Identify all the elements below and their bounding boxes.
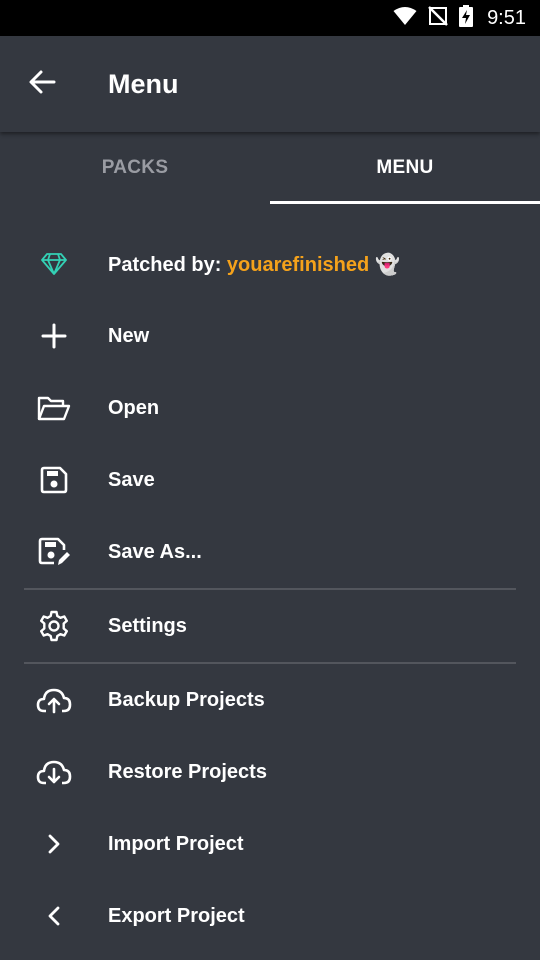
menu-item-label: Save (108, 468, 155, 491)
ghost-emoji: 👻 (375, 253, 401, 276)
gear-icon (0, 590, 108, 662)
save-icon (0, 444, 108, 516)
plus-icon (0, 300, 108, 372)
diamond-icon (0, 228, 108, 300)
chevron-left-icon (0, 880, 108, 952)
chevron-right-icon (0, 808, 108, 880)
battery-charging-icon (459, 4, 474, 32)
menu-item-save[interactable]: Save (0, 444, 540, 516)
menu-item-label: Open (108, 396, 160, 419)
tab-menu[interactable]: MENU (270, 132, 540, 204)
cloud-download-icon (0, 736, 108, 808)
status-icons: 9:51 (393, 4, 526, 32)
menu-item-label: New (108, 324, 150, 347)
app-bar: Menu (0, 36, 540, 132)
menu-item-restore-projects[interactable]: Restore Projects (0, 736, 540, 808)
menu-item-label: Restore Projects (108, 760, 267, 783)
menu-item-export-project[interactable]: Export Project (0, 880, 540, 952)
status-time: 9:51 (487, 6, 526, 29)
patched-by-prefix: Patched by: (108, 253, 227, 276)
arrow-left-icon (28, 68, 56, 101)
menu-item-save-as[interactable]: Save As... (0, 516, 540, 588)
menu-item-backup-projects[interactable]: Backup Projects (0, 664, 540, 736)
tab-bar: PACKS MENU (0, 132, 540, 204)
patched-by-user: youarefinished (226, 253, 370, 276)
menu-item-settings[interactable]: Settings (0, 590, 540, 662)
menu-item-label: Settings (108, 614, 187, 637)
save-as-icon (0, 516, 108, 588)
wifi-icon (393, 6, 417, 31)
menu-item-label: Save As... (108, 540, 202, 563)
menu-item-label: Backup Projects (108, 688, 265, 711)
menu-item-open[interactable]: Open (0, 372, 540, 444)
patched-by-item: Patched by: youarefinished 👻 (0, 228, 540, 300)
menu-item-label: Import Project (108, 832, 244, 855)
menu-item-new[interactable]: New (0, 300, 540, 372)
menu-item-label: Export Project (108, 904, 245, 927)
folder-open-icon (0, 372, 108, 444)
back-button[interactable] (0, 36, 84, 132)
no-signal-icon (427, 5, 449, 32)
tab-packs[interactable]: PACKS (0, 132, 270, 204)
patched-by-text: Patched by: youarefinished 👻 (108, 252, 400, 277)
menu-item-import-project[interactable]: Import Project (0, 808, 540, 880)
menu-list: Patched by: youarefinished 👻 New Open Sav… (0, 228, 540, 952)
cloud-upload-icon (0, 664, 108, 736)
status-bar: 9:51 (0, 0, 540, 36)
page-title: Menu (108, 68, 179, 99)
